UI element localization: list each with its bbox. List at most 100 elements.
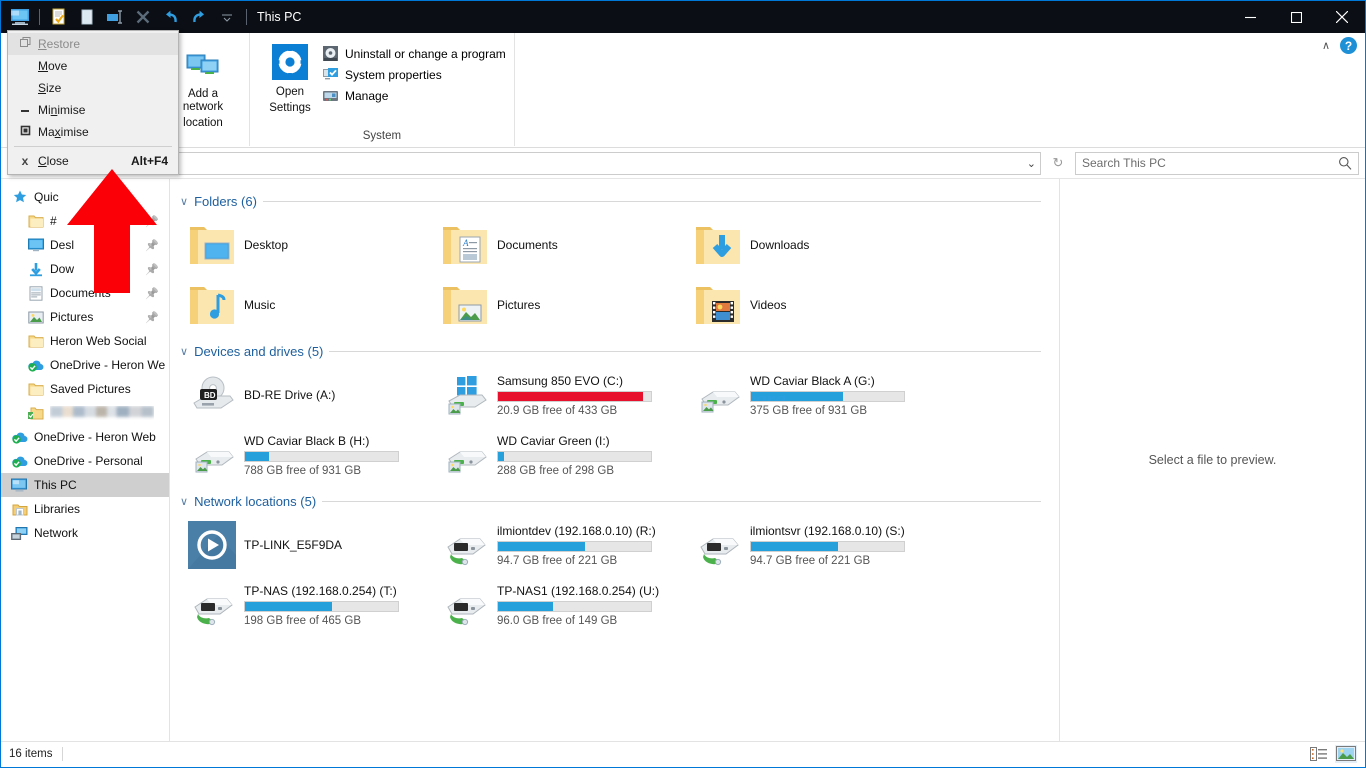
item-tile[interactable]: TP-NAS (192.168.0.254) (T:) 198 GB free o… — [180, 575, 433, 635]
ribbon-collapse-area: ∧ ? — [1322, 37, 1357, 54]
item-tile[interactable]: WD Caviar Green (I:) 288 GB free of 298 G… — [433, 425, 686, 485]
tile-grid-network-locations: TP-LINK_E5F9DA ilmiontdev (192.168.0.10) … — [180, 515, 1059, 635]
network-drive-icon — [188, 581, 236, 629]
tile-text: BD-RE Drive (A:) — [244, 388, 335, 402]
item-tile[interactable]: Videos — [686, 275, 939, 335]
capacity-bar: rara — [750, 390, 905, 402]
item-tile[interactable]: Desktop — [180, 215, 433, 275]
menu-item-move[interactable]: Move — [8, 55, 178, 77]
folder-icon — [27, 214, 44, 229]
manage-label: Manage — [345, 88, 389, 103]
item-name: Videos — [750, 298, 787, 312]
hard-drive-icon — [694, 371, 742, 419]
title-bar: This PC — [1, 1, 1365, 33]
chevron-down-icon[interactable]: ⌄ — [1027, 157, 1036, 170]
sidebar-item-saved-pictures[interactable]: Saved Pictures — [1, 377, 169, 401]
search-box[interactable] — [1075, 151, 1359, 175]
sidebar-item-this-pc[interactable]: This PC — [1, 473, 169, 497]
group-collapse-chevron-icon[interactable]: ∨ — [180, 495, 188, 508]
sidebar-item-label: Saved Pictures — [50, 382, 131, 396]
qat-separator-2 — [246, 9, 247, 25]
item-tile[interactable]: WD Caviar Black A (G:) rara 375 GB free of… — [686, 365, 939, 425]
this-pc-icon[interactable] — [7, 4, 33, 30]
search-icon[interactable] — [1338, 156, 1352, 170]
item-count-label: 16 items — [9, 747, 53, 760]
new-folder-icon[interactable] — [74, 4, 100, 30]
sidebar-item-pictures[interactable]: Pictures 📌 — [1, 305, 169, 329]
system-properties-button[interactable]: System properties — [322, 66, 506, 83]
customize-chevron-icon[interactable] — [214, 4, 240, 30]
details-view-icon[interactable] — [1307, 745, 1329, 763]
manage-button[interactable]: Manage — [322, 87, 506, 104]
sidebar-item-libraries[interactable]: Libraries — [1, 497, 169, 521]
item-name: Desktop — [244, 238, 289, 252]
folder-icon — [27, 334, 44, 349]
file-list[interactable]: ∨ Folders (6) Desktop A Documents Downloads Mu… — [170, 179, 1059, 741]
group-collapse-chevron-icon[interactable]: ∨ — [180, 345, 188, 358]
minimise-button[interactable] — [1227, 1, 1273, 33]
tile-text: ilmiontsvr (192.168.0.10) (S:) 94.7 GB fr… — [750, 524, 905, 567]
group-header-devices-and-drives[interactable]: ∨ Devices and drives (5) — [180, 339, 1059, 363]
group-header-network-locations[interactable]: ∨ Network locations (5) — [180, 489, 1059, 513]
item-tile[interactable]: Downloads — [686, 215, 939, 275]
properties-icon[interactable] — [46, 4, 72, 30]
star-icon — [11, 189, 28, 205]
item-tile[interactable]: TP-NAS1 (192.168.0.254) (U:) 96.0 GB free… — [433, 575, 686, 635]
window-controls — [1227, 1, 1365, 33]
item-name: Samsung 850 EVO (C:) — [497, 373, 624, 388]
address-input[interactable]: C › ⌄ — [121, 151, 1041, 175]
maximise-button[interactable] — [1273, 1, 1319, 33]
restore-icon — [12, 37, 38, 51]
search-input[interactable] — [1082, 156, 1338, 170]
large-icons-view-icon[interactable] — [1335, 744, 1357, 763]
close-button[interactable] — [1319, 1, 1365, 33]
status-separator — [62, 746, 64, 761]
delete-icon[interactable] — [130, 4, 156, 30]
item-name: Pictures — [497, 298, 541, 312]
open-settings-button[interactable]: Open Settings — [262, 39, 318, 119]
group-divider — [322, 500, 1041, 502]
sidebar-item-label: This PC — [34, 478, 77, 492]
help-icon[interactable]: ? — [1340, 37, 1357, 54]
rename-icon[interactable] — [102, 4, 128, 30]
system-menu[interactable]: Restore Move Size Minimise Maximise x Close Alt… — [7, 30, 179, 175]
menu-item-restore[interactable]: Restore — [8, 33, 178, 55]
item-tile[interactable]: Samsung 850 EVO (C:) Recover it 20.9 GB fr… — [433, 365, 686, 425]
menu-item-minimise[interactable]: Minimise — [8, 99, 178, 121]
group-header-folders[interactable]: ∨ Folders (6) — [180, 189, 1059, 213]
sidebar-item-blurred-9[interactable] — [1, 401, 169, 425]
tile-grid-devices-and-drives: BD BD-RE Drive (A:) Samsung 850 EVO (C:) Re… — [180, 365, 1059, 485]
item-tile[interactable]: ilmiontdev (192.168.0.10) (R:) 94.7 GB fr… — [433, 515, 686, 575]
menu-item-maximise[interactable]: Maximise — [8, 121, 178, 143]
uninstall-or-change-a-program-button[interactable]: Uninstall or change a program — [322, 45, 506, 62]
undo-icon[interactable] — [158, 4, 184, 30]
sidebar-item-onedrive-heron-web[interactable]: OneDrive - Heron Web — [1, 425, 169, 449]
group-title: Network locations (5) — [194, 493, 317, 509]
system-small-buttons: Uninstall or change a program System pro… — [322, 39, 506, 104]
item-tile[interactable]: ilmiontsvr (192.168.0.10) (S:) 94.7 GB fr… — [686, 515, 939, 575]
optical-drive-icon: BD — [188, 371, 236, 419]
preview-message: Select a file to preview. — [1148, 453, 1277, 467]
sidebar-item-network[interactable]: Network — [1, 521, 169, 545]
collapse-ribbon-icon[interactable]: ∧ — [1322, 39, 1330, 52]
settings-gear-icon — [272, 44, 308, 80]
group-collapse-chevron-icon[interactable]: ∨ — [180, 195, 188, 208]
redo-icon[interactable] — [186, 4, 212, 30]
sidebar-item-onedrive-personal[interactable]: OneDrive - Personal — [1, 449, 169, 473]
tile-text: WD Caviar Green (I:) 288 GB free of 298 G… — [497, 434, 652, 477]
libraries-icon — [11, 502, 28, 517]
item-name: Downloads — [750, 238, 810, 252]
add-network-location-icon — [186, 54, 219, 74]
pin-icon[interactable]: 📌 — [145, 311, 159, 324]
this-pc-icon — [11, 478, 28, 493]
sidebar-item-heron-web-social[interactable]: Heron Web Social — [1, 329, 169, 353]
sidebar-item-onedrive-heron-we[interactable]: OneDrive - Heron We — [1, 353, 169, 377]
item-tile[interactable]: WD Caviar Black B (H:) 788 GB free of 931… — [180, 425, 433, 485]
item-tile[interactable]: A Documents — [433, 215, 686, 275]
item-tile[interactable]: TP-LINK_E5F9DA — [180, 515, 433, 575]
item-tile[interactable]: Music — [180, 275, 433, 335]
item-tile[interactable]: BD BD-RE Drive (A:) — [180, 365, 433, 425]
refresh-icon[interactable]: ↻ — [1045, 151, 1071, 175]
item-tile[interactable]: Pictures — [433, 275, 686, 335]
menu-item-size[interactable]: Size — [8, 77, 178, 99]
